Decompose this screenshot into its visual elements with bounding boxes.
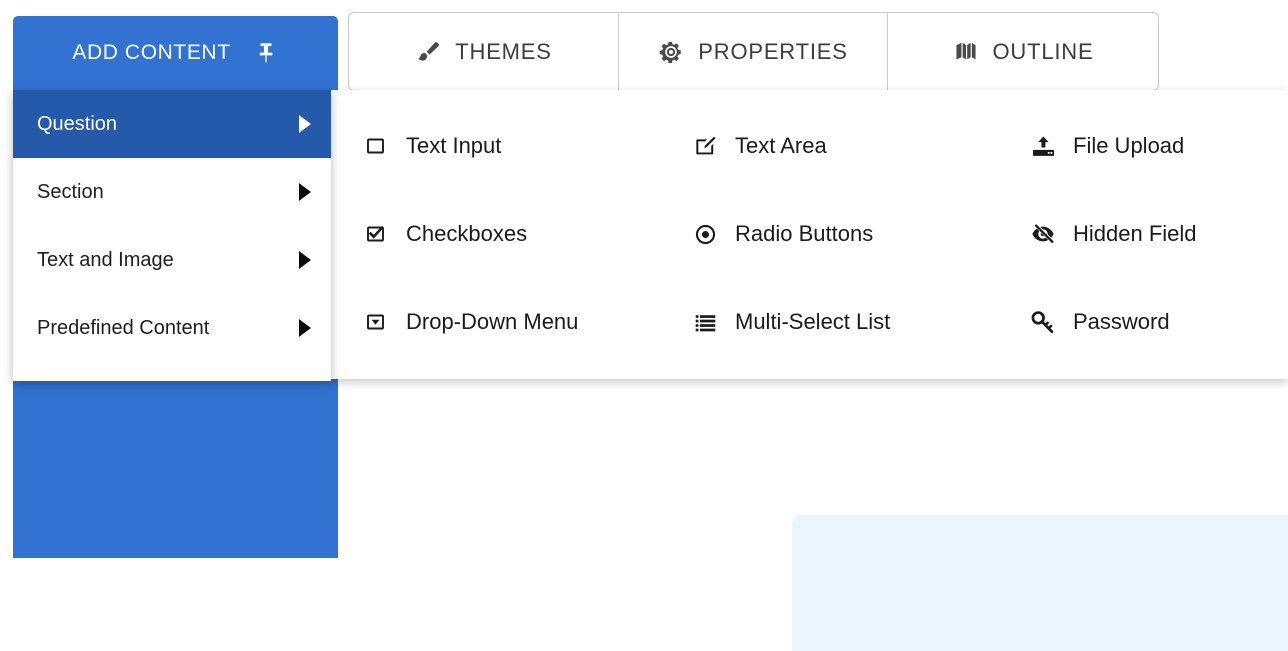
menu-item-text-and-image[interactable]: Text and Image <box>13 226 331 294</box>
add-content-category-menu: Question Section Text and Image Predefin… <box>13 90 331 381</box>
submenu-item-drop-down-menu[interactable]: Drop-Down Menu <box>331 278 670 366</box>
add-content-submenu-panel: Text Input Text Area File Upload Checkbo… <box>331 90 1288 379</box>
submenu-item-radio-buttons-label: Radio Buttons <box>735 221 874 246</box>
submenu-item-password-label: Password <box>1073 309 1170 334</box>
add-content-button[interactable]: ADD CONTENT <box>13 16 338 90</box>
map-icon <box>953 39 979 65</box>
tab-outline[interactable]: OUTLINE <box>888 13 1158 90</box>
submenu-item-file-upload-label: File Upload <box>1073 133 1185 158</box>
submenu-item-radio-buttons[interactable]: Radio Buttons <box>670 190 1010 278</box>
edit-square-icon <box>691 132 719 160</box>
menu-item-question[interactable]: Question <box>13 90 331 158</box>
radio-dot-icon <box>691 220 719 248</box>
menu-item-predefined-content-label: Predefined Content <box>37 316 210 339</box>
submenu-item-text-area-label: Text Area <box>735 133 827 158</box>
caret-right-icon <box>299 183 311 201</box>
list-icon <box>691 308 719 336</box>
submenu-item-text-input-label: Text Input <box>406 133 502 158</box>
menu-item-section[interactable]: Section <box>13 158 331 226</box>
gear-icon <box>658 39 684 65</box>
caret-right-icon <box>299 115 311 133</box>
menu-item-section-label: Section <box>37 180 104 203</box>
key-icon <box>1029 308 1057 336</box>
submenu-item-password[interactable]: Password <box>1010 278 1288 366</box>
submenu-item-drop-down-menu-label: Drop-Down Menu <box>406 309 579 334</box>
menu-item-text-and-image-label: Text and Image <box>37 248 174 271</box>
submenu-item-text-area[interactable]: Text Area <box>670 102 1010 190</box>
submenu-item-multi-select-list[interactable]: Multi-Select List <box>670 278 1010 366</box>
submenu-item-text-input[interactable]: Text Input <box>331 102 670 190</box>
caret-right-icon <box>299 251 311 269</box>
menu-item-question-label: Question <box>37 112 118 135</box>
pin-icon[interactable] <box>253 40 279 66</box>
tab-properties[interactable]: PROPERTIES <box>619 13 888 90</box>
view-tab-group: THEMES PROPERTIES OUTLINE <box>348 12 1159 91</box>
tab-properties-label: PROPERTIES <box>698 38 848 64</box>
paintbrush-icon <box>415 39 441 65</box>
menu-item-predefined-content[interactable]: Predefined Content <box>13 294 331 362</box>
submenu-item-hidden-field[interactable]: Hidden Field <box>1010 190 1288 278</box>
add-content-label: ADD CONTENT <box>72 41 231 64</box>
submenu-item-checkboxes[interactable]: Checkboxes <box>331 190 670 278</box>
submenu-item-multi-select-list-label: Multi-Select List <box>735 309 891 334</box>
upload-icon <box>1029 132 1057 160</box>
tab-themes-label: THEMES <box>455 38 552 64</box>
submenu-item-file-upload[interactable]: File Upload <box>1010 102 1288 190</box>
content-preview-card <box>792 515 1288 651</box>
tab-outline-label: OUTLINE <box>992 38 1094 64</box>
caret-right-icon <box>299 319 311 337</box>
app-root: ADD CONTENT THEMES PROPERTIES OUTLINE Te… <box>0 0 1288 651</box>
tab-themes[interactable]: THEMES <box>349 13 619 90</box>
submenu-item-checkboxes-label: Checkboxes <box>406 221 528 246</box>
empty-checkbox-icon <box>362 132 390 160</box>
eye-slash-icon <box>1029 220 1057 248</box>
submenu-item-hidden-field-label: Hidden Field <box>1073 221 1197 246</box>
checked-checkbox-icon <box>362 220 390 248</box>
dropdown-square-icon <box>362 308 390 336</box>
